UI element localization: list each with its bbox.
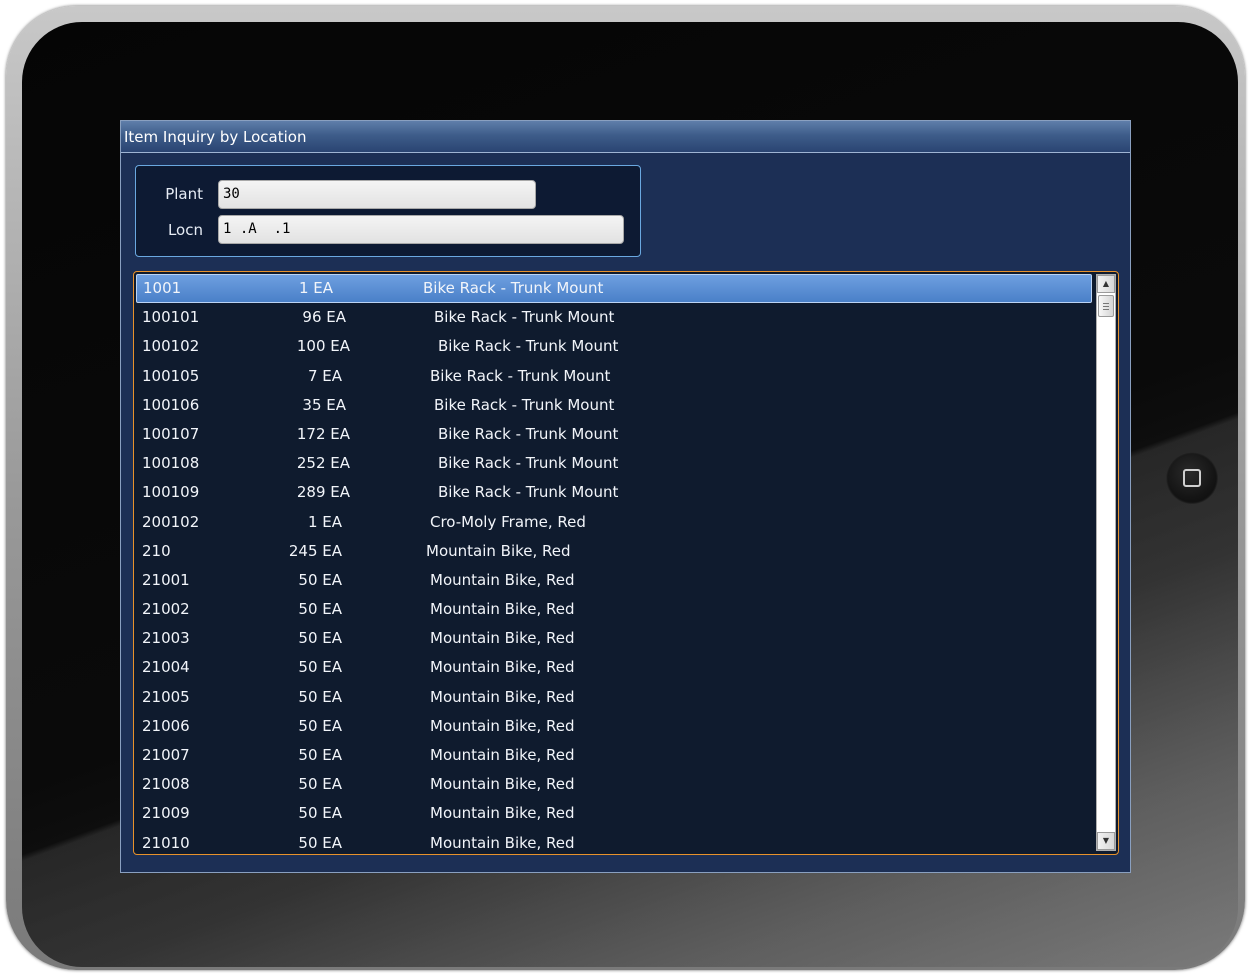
- item-number: 100106: [142, 395, 200, 414]
- list-row[interactable]: 100105 7 EA Bike Rack - Trunk Mount: [134, 362, 1094, 391]
- item-quantity: 50 EA: [298, 600, 342, 619]
- item-description: Bike Rack - Trunk Mount: [438, 483, 619, 502]
- title-bar: Item Inquiry by Location: [121, 121, 1130, 153]
- home-square-icon: [1183, 469, 1201, 487]
- item-quantity: 50 EA: [298, 658, 342, 677]
- item-number: 100107: [142, 424, 200, 443]
- list-row[interactable]: 200102 1 EA Cro-Moly Frame, Red: [134, 508, 1094, 537]
- item-number: 200102: [142, 512, 200, 531]
- item-description: Bike Rack - Trunk Mount: [434, 395, 615, 414]
- list-row[interactable]: 21007 50 EA Mountain Bike, Red: [134, 741, 1094, 770]
- item-number: 21010: [142, 833, 190, 852]
- item-description: Mountain Bike, Red: [430, 600, 575, 619]
- vertical-scrollbar[interactable]: ▲ ▼: [1096, 274, 1116, 851]
- list-row[interactable]: 21004 50 EA Mountain Bike, Red: [134, 653, 1094, 682]
- list-row[interactable]: 21010 50 EA Mountain Bike, Red: [134, 829, 1094, 854]
- list-row[interactable]: 100102 100 EA Bike Rack - Trunk Mount: [134, 332, 1094, 361]
- item-description: Mountain Bike, Red: [430, 804, 575, 823]
- filter-panel: Plant 30 Locn 1 .A .1: [135, 165, 641, 257]
- item-description: Mountain Bike, Red: [430, 775, 575, 794]
- item-quantity: 35 EA: [302, 395, 346, 414]
- scroll-down-arrow-icon[interactable]: ▼: [1097, 832, 1115, 850]
- item-quantity: 50 EA: [298, 746, 342, 764]
- list-row[interactable]: 210 245 EA Mountain Bike, Red: [134, 537, 1094, 566]
- item-description: Bike Rack - Trunk Mount: [430, 366, 611, 385]
- list-row[interactable]: 21002 50 EA Mountain Bike, Red: [134, 595, 1094, 624]
- list-row[interactable]: 21009 50 EA Mountain Bike, Red: [134, 799, 1094, 828]
- item-description: Mountain Bike, Red: [430, 570, 575, 589]
- list-row[interactable]: 21006 50 EA Mountain Bike, Red: [134, 712, 1094, 741]
- item-quantity: 50 EA: [298, 833, 342, 852]
- item-number: 100109: [142, 483, 200, 502]
- locn-input[interactable]: 1 .A .1: [218, 215, 624, 244]
- list-row[interactable]: 100108 252 EA Bike Rack - Trunk Mount: [134, 449, 1094, 478]
- home-button[interactable]: [1166, 452, 1218, 504]
- plant-input[interactable]: 30: [218, 180, 536, 209]
- item-number: 21005: [142, 687, 190, 706]
- item-quantity: 96 EA: [302, 308, 346, 327]
- item-quantity: 1 EA: [307, 512, 342, 531]
- item-quantity: 7 EA: [307, 366, 342, 385]
- item-quantity: 50 EA: [298, 687, 342, 706]
- item-number: 21004: [142, 658, 190, 677]
- item-description: Bike Rack - Trunk Mount: [438, 454, 619, 473]
- item-list-rows: 1001 1 EA Bike Rack - Trunk Mount 100101 96 …: [134, 274, 1094, 854]
- item-quantity: 1 EA: [298, 279, 333, 297]
- item-number: 100105: [142, 366, 200, 385]
- item-quantity: 50 EA: [298, 629, 342, 648]
- item-number: 21008: [142, 775, 190, 794]
- item-quantity: 50 EA: [298, 804, 342, 823]
- item-number: 21006: [142, 716, 190, 735]
- item-number: 1001: [143, 279, 182, 297]
- plant-label: Plant: [165, 185, 203, 203]
- item-number: 100102: [142, 337, 200, 356]
- item-quantity: 172 EA: [296, 424, 350, 443]
- scroll-thumb[interactable]: [1098, 295, 1114, 317]
- item-description: Cro-Moly Frame, Red: [430, 512, 586, 531]
- item-list[interactable]: 1001 1 EA Bike Rack - Trunk Mount 100101 96 …: [133, 271, 1119, 855]
- item-quantity: 245 EA: [288, 541, 342, 560]
- item-description: Mountain Bike, Red: [430, 746, 575, 764]
- item-quantity: 50 EA: [298, 716, 342, 735]
- item-description: Mountain Bike, Red: [430, 687, 575, 706]
- item-description: Bike Rack - Trunk Mount: [438, 424, 619, 443]
- item-number: 21009: [142, 804, 190, 823]
- item-description: Mountain Bike, Red: [426, 541, 571, 560]
- locn-label: Locn: [167, 221, 203, 239]
- item-number: 100108: [142, 454, 200, 473]
- item-description: Mountain Bike, Red: [430, 833, 575, 852]
- list-row[interactable]: 100106 35 EA Bike Rack - Trunk Mount: [134, 391, 1094, 420]
- list-row[interactable]: 21008 50 EA Mountain Bike, Red: [134, 770, 1094, 799]
- item-description: Mountain Bike, Red: [430, 658, 575, 677]
- item-number: 21002: [142, 600, 190, 619]
- item-number: 21001: [142, 570, 190, 589]
- item-quantity: 100 EA: [296, 337, 350, 356]
- list-row[interactable]: 1001 1 EA Bike Rack - Trunk Mount: [136, 274, 1092, 304]
- item-quantity: 50 EA: [298, 775, 342, 794]
- list-row[interactable]: 100109 289 EA Bike Rack - Trunk Mount: [134, 478, 1094, 507]
- list-row[interactable]: 21005 50 EA Mountain Bike, Red: [134, 683, 1094, 712]
- scroll-up-arrow-icon[interactable]: ▲: [1097, 275, 1115, 293]
- item-number: 21007: [142, 746, 190, 764]
- list-row[interactable]: 21003 50 EA Mountain Bike, Red: [134, 624, 1094, 653]
- app-window: Item Inquiry by Location Plant 30 Locn 1…: [120, 120, 1131, 873]
- item-description: Bike Rack - Trunk Mount: [423, 279, 604, 297]
- item-quantity: 289 EA: [296, 483, 350, 502]
- list-row[interactable]: 100107 172 EA Bike Rack - Trunk Mount: [134, 420, 1094, 449]
- item-description: Mountain Bike, Red: [430, 629, 575, 648]
- item-number: 100101: [142, 308, 200, 327]
- list-row[interactable]: 21001 50 EA Mountain Bike, Red: [134, 566, 1094, 595]
- item-description: Mountain Bike, Red: [430, 716, 575, 735]
- item-number: 21003: [142, 629, 190, 648]
- item-quantity: 252 EA: [296, 454, 350, 473]
- item-description: Bike Rack - Trunk Mount: [434, 308, 615, 327]
- item-quantity: 50 EA: [298, 570, 342, 589]
- item-number: 210: [142, 541, 171, 560]
- item-description: Bike Rack - Trunk Mount: [438, 337, 619, 356]
- window-title: Item Inquiry by Location: [124, 128, 307, 146]
- list-row[interactable]: 100101 96 EA Bike Rack - Trunk Mount: [134, 303, 1094, 332]
